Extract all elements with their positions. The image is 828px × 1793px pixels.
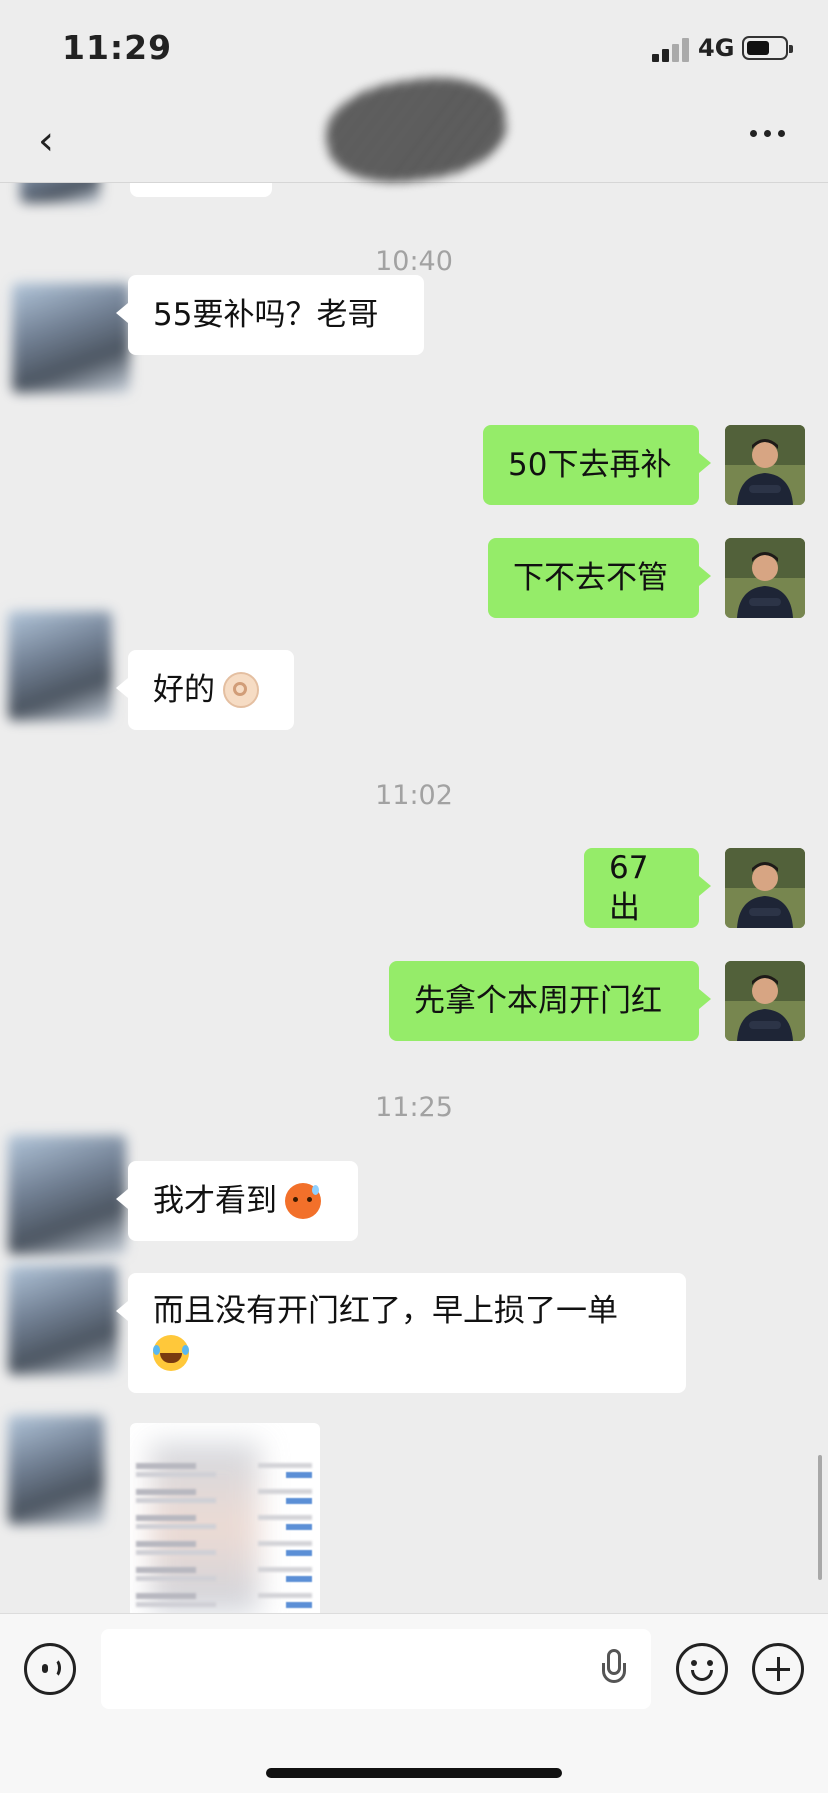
status-time: 11:29: [62, 28, 173, 67]
more-options-icon[interactable]: [746, 130, 790, 140]
my-avatar[interactable]: [725, 425, 805, 505]
message-text: 而且没有开门红了，早上损了一单: [153, 1293, 618, 1329]
voice-mode-icon[interactable]: [24, 1643, 76, 1695]
message-bubble-received[interactable]: 而且没有开门红了，早上损了一单: [116, 1273, 686, 1393]
input-bar: [0, 1613, 828, 1793]
scrollbar[interactable]: [818, 1455, 822, 1580]
contact-avatar[interactable]: [8, 1415, 104, 1525]
ok-hand-emoji-icon: [223, 672, 259, 708]
image-message-thumbnail[interactable]: [130, 1423, 320, 1613]
my-avatar[interactable]: [725, 848, 805, 928]
microphone-icon[interactable]: [600, 1649, 628, 1693]
back-chevron-icon[interactable]: ‹: [38, 118, 54, 164]
message-bubble-sent[interactable]: 下不去不管: [488, 538, 711, 618]
message-bubble-received[interactable]: 我才看到: [116, 1161, 358, 1241]
contact-avatar[interactable]: [8, 611, 112, 721]
message-text: 下不去不管: [513, 560, 668, 596]
message-text: 55要补吗？老哥: [153, 297, 379, 333]
message-text: 好的: [153, 672, 215, 708]
timestamp: 11:25: [375, 1092, 453, 1123]
message-bubble-received[interactable]: 好的: [116, 650, 294, 730]
message-bubble-partial: [130, 183, 272, 197]
message-bubble-received[interactable]: 55要补吗？老哥: [116, 275, 424, 355]
message-list[interactable]: 10:40 55要补吗？老哥 50下去再补 下不去不管 好的 11:02 67出…: [0, 183, 828, 1613]
message-text: 67出: [609, 850, 649, 926]
emoji-picker-icon[interactable]: [676, 1643, 728, 1695]
message-input[interactable]: [101, 1629, 651, 1709]
message-text: 先拿个本周开门红: [414, 983, 662, 1019]
battery-icon: [742, 36, 793, 60]
my-avatar[interactable]: [725, 961, 805, 1041]
contact-avatar[interactable]: [8, 1265, 118, 1375]
message-bubble-sent[interactable]: 67出: [584, 848, 711, 928]
contact-avatar[interactable]: [12, 283, 130, 393]
message-bubble-sent[interactable]: 先拿个本周开门红: [389, 961, 711, 1041]
timestamp: 10:40: [375, 246, 453, 277]
rolling-laughing-emoji-icon: [153, 1334, 189, 1371]
network-type: 4G: [698, 34, 735, 62]
avatar: [20, 183, 100, 203]
message-bubble-sent[interactable]: 50下去再补: [483, 425, 711, 505]
chat-header: ‹: [0, 67, 828, 193]
hot-face-emoji-icon: [285, 1183, 321, 1219]
contact-avatar[interactable]: [8, 1135, 126, 1255]
my-avatar[interactable]: [725, 538, 805, 618]
add-attachment-icon[interactable]: [752, 1643, 804, 1695]
timestamp: 11:02: [375, 780, 453, 811]
home-indicator[interactable]: [266, 1768, 562, 1778]
message-text: 我才看到: [153, 1183, 277, 1219]
cellular-signal-icon: [652, 38, 692, 62]
message-text: 50下去再补: [508, 447, 672, 483]
